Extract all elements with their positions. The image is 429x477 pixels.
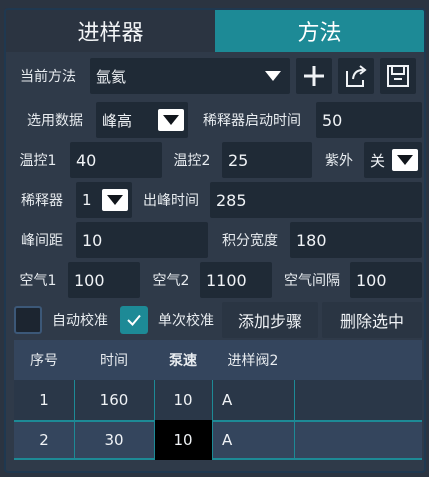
temp1-input[interactable]: 40 — [70, 142, 162, 178]
method-select-value: 氩氦 — [96, 67, 127, 86]
dilutor-select[interactable]: 1 — [76, 182, 132, 218]
dilutor-label: 稀释器 — [10, 182, 74, 218]
table-row[interactable]: 2 30 10 A — [14, 420, 422, 460]
air1-input[interactable]: 100 — [68, 262, 140, 298]
cell-valve2: A — [222, 431, 233, 449]
uv-label: 紫外 — [316, 142, 362, 178]
air-interval-label: 空气间隔 — [274, 262, 350, 298]
single-calibration-checkbox[interactable] — [120, 306, 148, 334]
method-panel: 进样器 方法 当前方法 氩氦 选用数据 峰高 稀释器启动时间 50 温控1 40… — [4, 8, 426, 473]
data-select[interactable]: 峰高 — [96, 102, 188, 138]
cell-pump-speed: 10 — [173, 391, 193, 409]
peak-row: 峰间距 10 积分宽度 180 — [10, 222, 424, 258]
column-divider — [212, 380, 213, 460]
add-method-button[interactable] — [296, 58, 332, 94]
peak-time-input[interactable]: 285 — [210, 182, 422, 218]
temp1-label: 温控1 — [10, 142, 66, 178]
export-icon — [346, 65, 367, 87]
cell-pump-speed-editing[interactable]: 10 — [154, 420, 212, 460]
tab-method[interactable]: 方法 — [215, 10, 424, 52]
options-row: 自动校准 单次校准 添加步骤 删除选中 — [10, 302, 424, 338]
dilutor-start-time-input[interactable]: 50 — [316, 102, 422, 138]
column-divider — [74, 380, 75, 460]
header-pump-speed: 泵速 — [169, 353, 197, 369]
dilutor-row: 稀释器 1 出峰时间 285 — [10, 182, 424, 218]
add-step-button[interactable]: 添加步骤 — [222, 302, 318, 338]
temperature-row: 温控1 40 温控2 25 紫外 关 — [10, 142, 424, 178]
peak-time-label: 出峰时间 — [134, 182, 208, 218]
integration-width-label: 积分宽度 — [212, 222, 288, 258]
column-divider — [294, 380, 295, 460]
peak-spacing-label: 峰间距 — [10, 222, 74, 258]
single-calibration-label: 单次校准 — [158, 313, 214, 329]
method-row: 当前方法 氩氦 — [10, 58, 424, 94]
cell-index: 2 — [39, 431, 49, 449]
header-time: 时间 — [100, 353, 128, 369]
save-icon — [387, 65, 409, 87]
auto-calibration-checkbox[interactable] — [14, 306, 42, 334]
plus-icon — [304, 66, 324, 86]
integration-width-input[interactable]: 180 — [290, 222, 422, 258]
uv-select-value: 关 — [370, 151, 386, 170]
dilutor-select-value: 1 — [82, 191, 92, 209]
air-row: 空气1 100 空气2 1100 空气间隔 100 — [10, 262, 424, 298]
temp2-label: 温控2 — [166, 142, 218, 178]
data-select-value: 峰高 — [102, 111, 133, 130]
table-row[interactable]: 1 160 10 A — [14, 380, 422, 420]
air2-label: 空气2 — [144, 262, 198, 298]
air2-input[interactable]: 1100 — [200, 262, 272, 298]
tab-sampler[interactable]: 进样器 — [6, 10, 215, 52]
method-select[interactable]: 氩氦 — [90, 58, 290, 94]
chevron-down-icon — [260, 65, 286, 87]
header-index: 序号 — [30, 353, 58, 369]
column-divider — [154, 380, 155, 460]
data-row: 选用数据 峰高 稀释器启动时间 50 — [10, 102, 424, 138]
uv-select[interactable]: 关 — [364, 142, 422, 178]
export-method-button[interactable] — [338, 58, 374, 94]
auto-calibration-label: 自动校准 — [52, 313, 108, 329]
cell-valve2: A — [222, 391, 233, 409]
cell-time: 160 — [99, 391, 129, 409]
dilutor-start-time-label: 稀释器启动时间 — [190, 102, 314, 138]
cell-time: 30 — [104, 431, 124, 449]
peak-spacing-input[interactable]: 10 — [76, 222, 208, 258]
air1-label: 空气1 — [10, 262, 66, 298]
chevron-down-icon — [392, 149, 418, 171]
save-method-button[interactable] — [380, 58, 416, 94]
chevron-down-icon — [102, 189, 128, 211]
header-valve2: 进样阀2 — [227, 353, 279, 369]
current-method-label: 当前方法 — [10, 58, 86, 94]
data-select-label: 选用数据 — [16, 102, 94, 138]
tab-bar: 进样器 方法 — [6, 10, 424, 52]
table-header: 序号 时间 泵速 进样阀2 — [14, 340, 422, 380]
delete-selected-button[interactable]: 删除选中 — [322, 302, 422, 338]
cell-index: 1 — [39, 391, 49, 409]
air-interval-input[interactable]: 100 — [350, 262, 422, 298]
checkmark-icon — [127, 314, 141, 326]
chevron-down-icon — [158, 109, 184, 131]
temp2-input[interactable]: 25 — [222, 142, 312, 178]
